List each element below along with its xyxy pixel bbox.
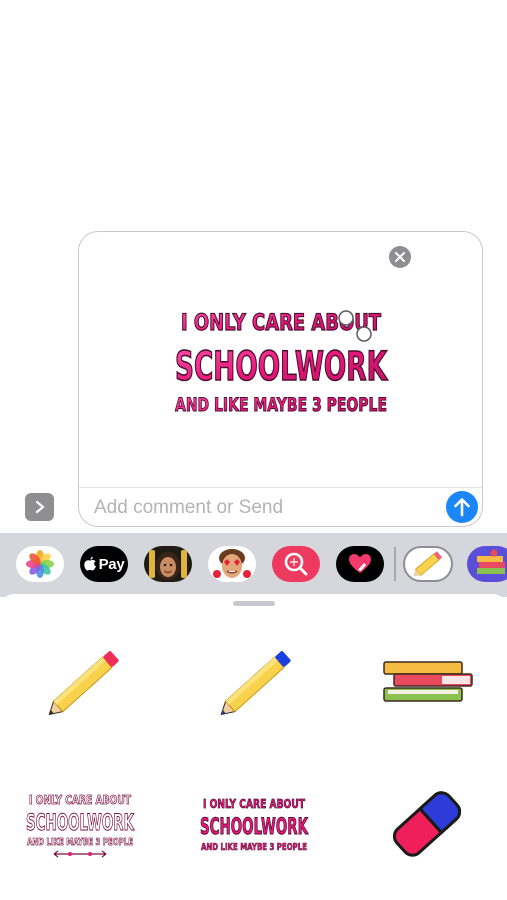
image-search-button[interactable] — [272, 546, 320, 582]
memoji-icon — [149, 550, 187, 580]
memoji-icon — [213, 549, 251, 578]
sticker-text-line-3: AND LIKE MAYBE 3 PEOPLE — [27, 837, 133, 848]
sticker-text-line-2: SCHOOLWORK — [26, 811, 135, 836]
pencil-stickers-button[interactable] — [403, 546, 453, 582]
sticker-preview: I ONLY CARE ABOUT SCHOOLWORK AND LIKE MA… — [174, 310, 389, 417]
school-stickers-button[interactable] — [467, 546, 507, 582]
apple-pay-label: Pay — [98, 555, 125, 573]
app-drawer-divider — [394, 547, 396, 581]
sticker-text-line-3: AND LIKE MAYBE 3 PEOPLE — [201, 842, 307, 853]
pencil-icon[interactable] — [36, 644, 128, 726]
sticker-text-line-1: I ONLY CARE ABOUT — [29, 793, 132, 807]
send-button[interactable] — [446, 491, 478, 523]
digital-touch-button[interactable] — [336, 546, 384, 582]
sheet-grabber[interactable] — [233, 601, 275, 606]
expand-apps-button[interactable] — [25, 493, 54, 521]
memoji-boy-button[interactable] — [208, 546, 256, 582]
comment-input[interactable] — [94, 494, 424, 522]
close-icon — [395, 252, 405, 262]
apple-pay-button[interactable]: Pay — [80, 546, 128, 582]
apple-logo-icon — [83, 556, 96, 571]
arrow-up-icon — [454, 498, 470, 517]
pencil-icon — [413, 551, 443, 577]
sticker-sheet: I ONLY CARE ABOUT SCHOOLWORK AND LIKE MA… — [0, 594, 507, 900]
remove-sticker-button[interactable] — [389, 246, 411, 268]
memoji-girl-button[interactable] — [144, 546, 192, 582]
pencil-icon[interactable] — [208, 644, 300, 726]
image-search-icon — [284, 552, 308, 576]
eraser-icon[interactable] — [386, 784, 468, 864]
books-icon — [477, 549, 505, 574]
sticker-text-line-1: I ONLY CARE ABOUT — [203, 797, 306, 811]
comment-row — [79, 487, 482, 526]
app-drawer: Pay — [0, 533, 507, 597]
schoolwork-sticker-pink[interactable]: I ONLY CARE ABOUT SCHOOLWORK AND LIKE MA… — [198, 794, 310, 856]
photos-icon — [26, 550, 54, 578]
books-icon[interactable] — [380, 660, 474, 708]
chevron-right-icon — [35, 500, 44, 514]
sticker-line-3: AND LIKE MAYBE 3 PEOPLE — [175, 394, 387, 416]
schoolwork-sticker-white[interactable]: I ONLY CARE ABOUT SCHOOLWORK AND LIKE MA… — [24, 790, 136, 862]
sticker-line-2: SCHOOLWORK — [175, 344, 388, 390]
sticker-text-line-2: SCHOOLWORK — [200, 815, 309, 840]
photos-app-button[interactable] — [16, 546, 64, 582]
heart-hand-icon — [349, 554, 371, 573]
